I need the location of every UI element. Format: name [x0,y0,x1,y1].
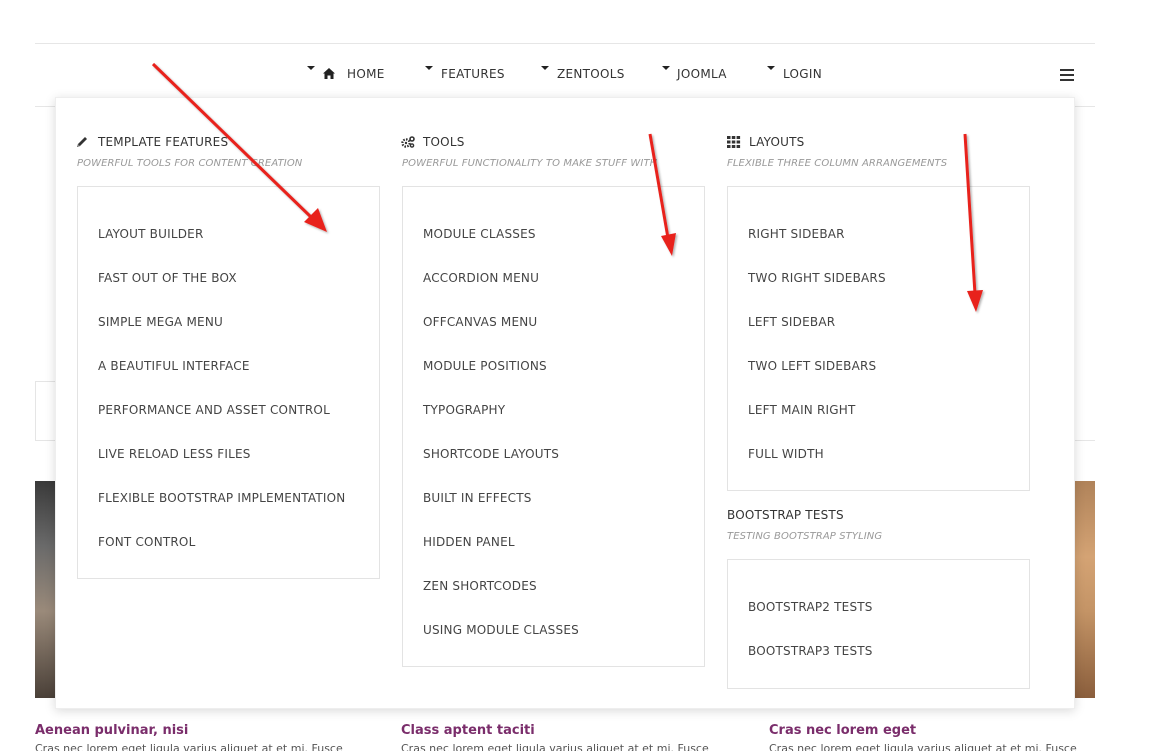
gears-icon [401,136,415,148]
article-image [35,481,55,698]
menu-item-typography[interactable]: TYPOGRAPHY [423,403,505,417]
background-divider [1074,440,1095,441]
column-heading-bootstrap-tests: BOOTSTRAP TESTS [727,508,844,522]
menu-item-simple-mega-menu[interactable]: SIMPLE MEGA MENU [98,315,223,329]
menu-item-shortcode-layouts[interactable]: SHORTCODE LAYOUTS [423,447,559,461]
menu-item-bootstrap2-tests[interactable]: BOOTSTRAP2 TESTS [748,600,873,614]
article-excerpt: Cras nec lorem eget ligula varius alique… [769,742,1077,751]
menu-item-left-sidebar[interactable]: LEFT SIDEBAR [748,315,835,329]
nav-item-joomla[interactable]: JOOMLA [662,64,732,86]
menu-item-fast-out-of-the-box[interactable]: FAST OUT OF THE BOX [98,271,237,285]
column-title: LAYOUTS [749,135,805,149]
nav-label: LOGIN [783,67,823,81]
menu-item-offcanvas-menu[interactable]: OFFCANVAS MENU [423,315,537,329]
menu-item-flexible-bootstrap[interactable]: FLEXIBLE BOOTSTRAP IMPLEMENTATION [98,491,345,505]
article-image [1075,481,1095,698]
pencil-icon [77,137,87,147]
nav-label: HOME [347,67,385,81]
article-title[interactable]: Class aptent taciti [401,723,535,738]
menu-item-module-positions[interactable]: MODULE POSITIONS [423,359,547,373]
caret-down-icon [425,66,433,70]
nav-item-zentools[interactable]: ZENTOOLS [541,64,626,86]
article-title[interactable]: Cras nec lorem eget [769,723,916,738]
menu-item-live-reload[interactable]: LIVE RELOAD LESS FILES [98,447,251,461]
tools-list: MODULE CLASSES ACCORDION MENU OFFCANVAS … [402,186,705,667]
menu-item-full-width[interactable]: FULL WIDTH [748,447,824,461]
column-title: TEMPLATE FEATURES [98,135,229,149]
nav-label: ZENTOOLS [557,67,625,81]
main-nav: HOME FEATURES ZENTOOLS JOOMLA LOGIN [0,58,1165,92]
menu-item-left-main-right[interactable]: LEFT MAIN RIGHT [748,403,856,417]
column-subtitle: POWERFUL TOOLS FOR CONTENT CREATION [77,158,303,169]
template-features-list: LAYOUT BUILDER FAST OUT OF THE BOX SIMPL… [77,186,380,579]
nav-item-login[interactable]: LOGIN [767,64,827,86]
layouts-list: RIGHT SIDEBAR TWO RIGHT SIDEBARS LEFT SI… [727,186,1030,491]
grid-icon [727,136,741,148]
menu-item-accordion-menu[interactable]: ACCORDION MENU [423,271,539,285]
article-excerpt: Cras nec lorem eget ligula varius alique… [35,742,343,751]
column-subtitle: FLEXIBLE THREE COLUMN ARRANGEMENTS [727,158,948,169]
article-excerpt: Cras nec lorem eget ligula varius alique… [401,742,709,751]
hamburger-icon[interactable] [1060,69,1075,83]
menu-item-right-sidebar[interactable]: RIGHT SIDEBAR [748,227,845,241]
menu-item-performance[interactable]: PERFORMANCE AND ASSET CONTROL [98,403,330,417]
menu-item-module-classes[interactable]: MODULE CLASSES [423,227,536,241]
column-title: TOOLS [423,135,465,149]
caret-down-icon [541,66,549,70]
menu-item-using-module-classes[interactable]: USING MODULE CLASSES [423,623,579,637]
menu-item-hidden-panel[interactable]: HIDDEN PANEL [423,535,515,549]
nav-item-home[interactable]: HOME [307,64,387,86]
home-icon [323,68,335,79]
menu-item-font-control[interactable]: FONT CONTROL [98,535,195,549]
header-top-divider [35,43,1095,44]
bootstrap-tests-list: BOOTSTRAP2 TESTS BOOTSTRAP3 TESTS [727,559,1030,689]
caret-down-icon [307,66,315,70]
menu-item-zen-shortcodes[interactable]: ZEN SHORTCODES [423,579,537,593]
nav-item-features[interactable]: FEATURES [425,64,505,86]
menu-item-two-right-sidebars[interactable]: TWO RIGHT SIDEBARS [748,271,886,285]
menu-item-bootstrap3-tests[interactable]: BOOTSTRAP3 TESTS [748,644,873,658]
features-mega-menu: TEMPLATE FEATURES POWERFUL TOOLS FOR CON… [55,97,1075,709]
caret-down-icon [662,66,670,70]
menu-item-two-left-sidebars[interactable]: TWO LEFT SIDEBARS [748,359,876,373]
nav-label: FEATURES [441,67,505,81]
article-title[interactable]: Aenean pulvinar, nisi [35,723,188,738]
column-title: BOOTSTRAP TESTS [727,508,844,522]
column-subtitle: POWERFUL FUNCTIONALITY TO MAKE STUFF WIT… [402,158,658,169]
caret-down-icon [767,66,775,70]
menu-item-built-in-effects[interactable]: BUILT IN EFFECTS [423,491,532,505]
menu-item-beautiful-interface[interactable]: A BEAUTIFUL INTERFACE [98,359,250,373]
menu-item-layout-builder[interactable]: LAYOUT BUILDER [98,227,204,241]
column-subtitle: TESTING BOOTSTRAP STYLING [727,531,883,542]
nav-label: JOOMLA [677,67,727,81]
